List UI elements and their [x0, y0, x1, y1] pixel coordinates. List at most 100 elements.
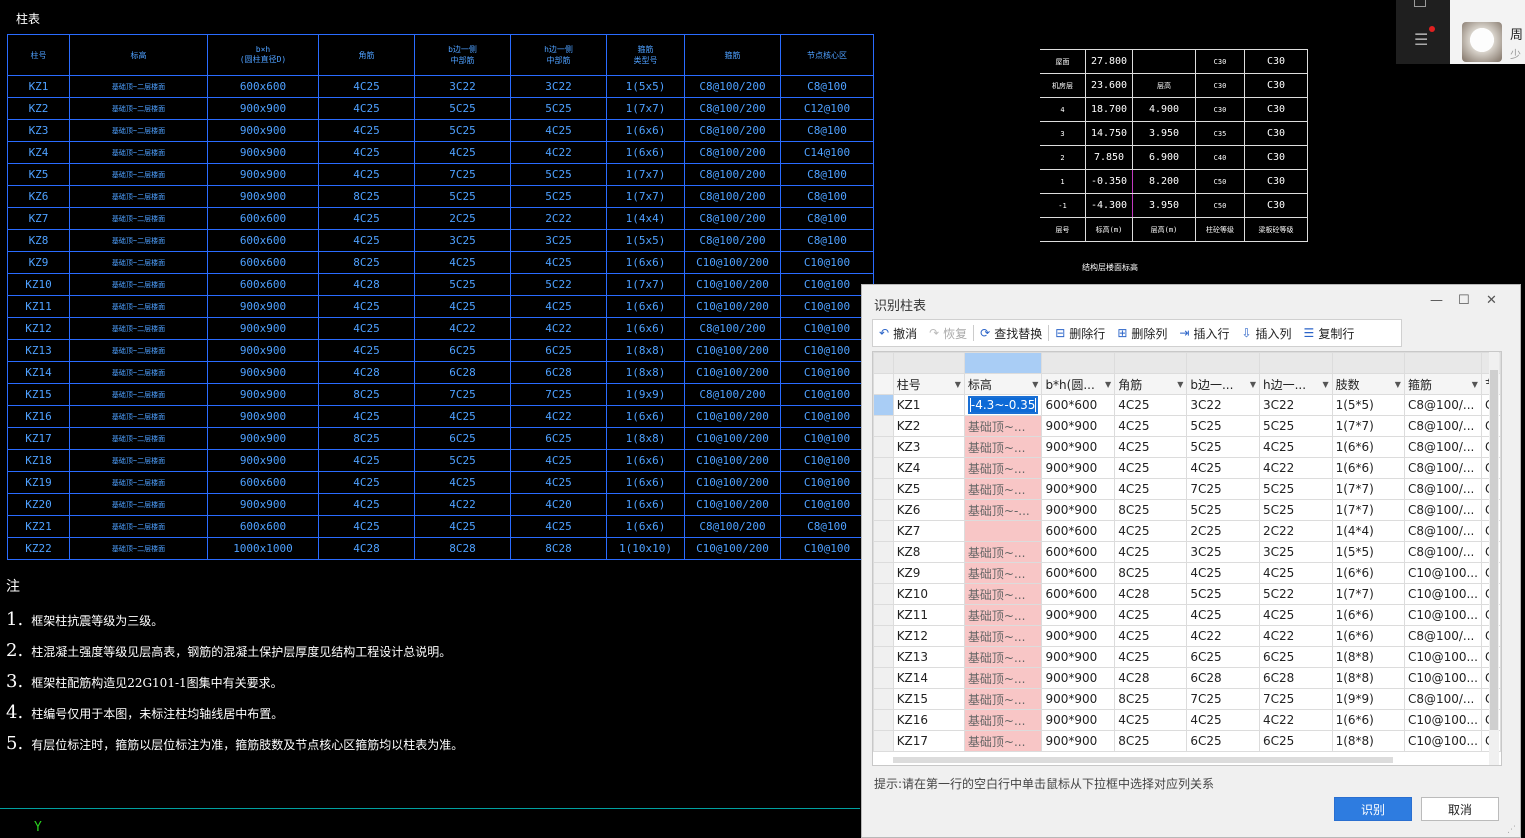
column-mapping-cell[interactable] [1258, 352, 1333, 374]
grid-cell[interactable]: 4C25 [1258, 604, 1333, 626]
grid-cell[interactable]: 4C25 [1114, 478, 1188, 500]
grid-cell[interactable]: 8C25 [1114, 730, 1188, 752]
grid-row[interactable]: KZ8 基础顶~... 600*600 4C25 3C25 3C25 1(5*5) C8@10… [873, 541, 1501, 563]
dropdown-arrow-icon[interactable]: ▼ [1322, 380, 1328, 389]
grid-cell[interactable]: 1(8*8) [1331, 667, 1405, 689]
grid-row[interactable]: KZ5 基础顶~... 900*900 4C25 7C25 5C25 1(7*7) C8@10… [873, 478, 1501, 500]
row-header[interactable] [873, 709, 894, 731]
toolbar-insert-row-button[interactable]: ⇥ 插入行 [1173, 321, 1235, 345]
grid-cell[interactable]: KZ9 [892, 562, 965, 584]
row-header[interactable] [873, 499, 894, 521]
grid-cell[interactable]: 900*900 [1041, 688, 1116, 710]
grid-cell[interactable]: 1(6*6) [1331, 457, 1405, 479]
grid-header-cell[interactable]: h边一... ▼ [1258, 373, 1333, 395]
toolbar-copy-row-button[interactable]: ☰ 复制行 [1298, 321, 1361, 345]
grid-cell[interactable]: 4C25 [1114, 457, 1188, 479]
grid-cell[interactable]: 7C25 [1186, 478, 1260, 500]
row-header[interactable] [873, 478, 894, 500]
grid-header-cell[interactable]: 柱号 ▼ [892, 373, 965, 395]
grid-cell[interactable]: 3C25 [1258, 541, 1333, 563]
grid-cell[interactable]: 1(6*6) [1331, 604, 1405, 626]
grid-cell[interactable]: 基础顶~... [963, 730, 1043, 752]
grid-cell[interactable]: 6C25 [1186, 730, 1260, 752]
grid-cell[interactable]: 基础顶~... [963, 541, 1043, 563]
grid-row[interactable]: KZ7600*6004C252C252C221(4*4)C8@100/...C [873, 520, 1501, 542]
grid-cell[interactable]: KZ13 [892, 646, 965, 668]
maximize-icon[interactable]: ☐ [1458, 293, 1470, 308]
grid-cell[interactable]: 1(8*8) [1331, 730, 1405, 752]
grid-row[interactable]: KZ12 基础顶~... 900*900 4C25 4C22 4C22 1(6*6) C8@1… [873, 625, 1501, 647]
grid-cell-editor[interactable]: -4.3~-0.35 [967, 396, 1039, 414]
vertical-scrollbar[interactable] [1489, 352, 1499, 765]
grid-cell[interactable]: C10@100... [1403, 562, 1482, 584]
grid-cell[interactable]: C8@100/... [1403, 415, 1482, 437]
scrollbar-thumb[interactable] [1490, 370, 1498, 730]
grid-cell[interactable]: 基础顶~... [963, 478, 1043, 500]
grid-cell[interactable]: C10@100... [1403, 583, 1482, 605]
row-header[interactable] [873, 436, 894, 458]
grid-cell[interactable]: 4C25 [1114, 415, 1188, 437]
grid-cell[interactable]: 1(7*7) [1331, 583, 1405, 605]
grid-row[interactable]: KZ6 基础顶~-... 900*900 8C25 5C25 5C25 1(7*7) C8@1… [873, 499, 1501, 521]
grid-cell[interactable]: KZ2 [892, 415, 965, 437]
grid-cell[interactable]: 4C22 [1258, 625, 1333, 647]
grid-cell[interactable]: 4C25 [1114, 541, 1188, 563]
dropdown-arrow-icon[interactable]: ▼ [1250, 380, 1256, 389]
grid-cell[interactable]: 5C25 [1186, 583, 1260, 605]
grid-cell[interactable]: 1(7*7) [1331, 499, 1405, 521]
row-header[interactable] [873, 394, 894, 416]
grid-cell[interactable]: -4.3~-0.35 [963, 394, 1043, 416]
grid-cell[interactable]: 1(9*9) [1331, 688, 1405, 710]
row-header[interactable] [873, 457, 894, 479]
grid-cell[interactable]: 1(4*4) [1331, 520, 1405, 542]
grid-cell[interactable]: 基础顶~... [963, 667, 1043, 689]
grid-cell[interactable]: 900*900 [1041, 604, 1116, 626]
grid-cell[interactable]: 600*600 [1041, 541, 1116, 563]
grid-cell[interactable]: C10@100... [1403, 646, 1482, 668]
grid-cell[interactable]: 600*600 [1041, 394, 1116, 416]
grid-cell[interactable]: KZ1 [892, 394, 965, 416]
grid-header-cell[interactable]: 箍筋 ▼ [1403, 373, 1482, 395]
grid-cell[interactable]: KZ17 [892, 730, 965, 752]
toolbar-redo-button[interactable]: ↷ 恢复 [923, 321, 973, 345]
grid-cell[interactable]: 5C25 [1258, 478, 1333, 500]
grid-cell[interactable]: 900*900 [1041, 457, 1116, 479]
user-panel[interactable]: 周 少 [1450, 0, 1525, 64]
grid-cell[interactable]: 基础顶~... [963, 604, 1043, 626]
column-mapping-cell[interactable] [1041, 352, 1116, 374]
grid-cell[interactable]: 900*900 [1041, 499, 1116, 521]
grid-cell[interactable]: 基础顶~... [963, 709, 1043, 731]
grid-cell[interactable]: C8@100/... [1403, 520, 1482, 542]
grid-cell[interactable]: KZ7 [892, 520, 965, 542]
grid-cell[interactable]: 900*900 [1041, 730, 1116, 752]
grid-cell[interactable]: C8@100/... [1403, 436, 1482, 458]
grid-cell[interactable]: 1(6*6) [1331, 709, 1405, 731]
recognize-button[interactable]: 识别 [1334, 797, 1412, 821]
row-header[interactable] [873, 667, 894, 689]
grid-row[interactable]: KZ17 基础顶~... 900*900 8C25 6C25 6C25 1(8*8) C10@… [873, 730, 1501, 752]
grid-cell[interactable]: C8@100/... [1403, 394, 1482, 416]
grid-row[interactable]: KZ11 基础顶~... 900*900 4C25 4C25 4C25 1(6*6) C10@… [873, 604, 1501, 626]
grid-cell[interactable]: C10@100... [1403, 709, 1482, 731]
grid-cell[interactable]: 600*600 [1041, 562, 1116, 584]
grid-cell[interactable]: 900*900 [1041, 667, 1116, 689]
grid-cell[interactable] [963, 520, 1043, 542]
grid-cell[interactable]: 6C28 [1186, 667, 1260, 689]
grid-cell[interactable]: 900*900 [1041, 646, 1116, 668]
toolbar-delete-row-button[interactable]: ⊟ 删除行 [1049, 321, 1111, 345]
grid-row[interactable]: KZ1 -4.3~-0.35 600*600 4C25 3C22 3C22 1(5*5) C8… [873, 394, 1501, 416]
grid-cell[interactable]: 1(5*5) [1331, 394, 1405, 416]
grid-cell[interactable]: 4C25 [1114, 394, 1188, 416]
resize-grip-icon[interactable]: ⋰ [1507, 825, 1516, 835]
grid-cell[interactable]: 8C25 [1114, 499, 1188, 521]
dropdown-arrow-icon[interactable]: ▼ [1177, 380, 1183, 389]
minimize-icon[interactable]: — [1430, 293, 1443, 308]
column-mapping-cell[interactable] [1114, 352, 1188, 374]
grid-cell[interactable]: KZ6 [892, 499, 965, 521]
dropdown-arrow-icon[interactable]: ▼ [1472, 380, 1478, 389]
grid-cell[interactable]: 900*900 [1041, 625, 1116, 647]
row-header[interactable] [873, 646, 894, 668]
grid-cell[interactable]: 2C22 [1258, 520, 1333, 542]
grid-cell[interactable]: 4C25 [1114, 604, 1188, 626]
grid-cell[interactable]: 4C22 [1258, 709, 1333, 731]
